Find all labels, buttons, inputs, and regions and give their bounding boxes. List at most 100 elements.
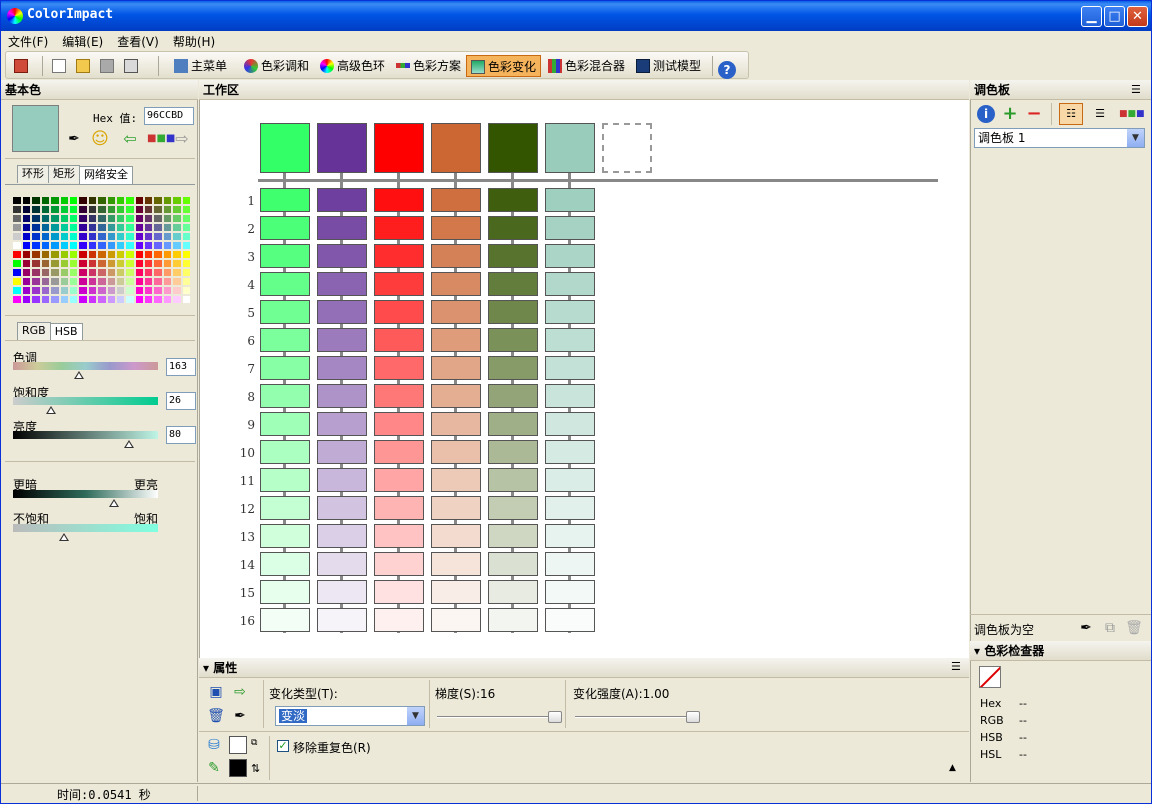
web-safe-swatch[interactable] xyxy=(40,214,51,223)
web-safe-swatch[interactable] xyxy=(115,205,126,214)
web-safe-swatch[interactable] xyxy=(40,268,51,277)
close-button[interactable]: ✕ xyxy=(1127,6,1148,27)
base-swatch[interactable] xyxy=(488,123,538,173)
variation-swatch[interactable] xyxy=(317,272,367,296)
web-safe-swatch[interactable] xyxy=(50,232,60,241)
variation-swatch[interactable] xyxy=(260,300,310,324)
web-safe-swatch[interactable] xyxy=(31,286,41,295)
tab-hsb[interactable]: HSB xyxy=(49,323,83,341)
web-safe-swatch[interactable] xyxy=(97,223,107,232)
variation-swatch[interactable] xyxy=(374,272,424,296)
web-safe-swatch[interactable] xyxy=(68,259,79,268)
web-safe-swatch[interactable] xyxy=(22,232,32,241)
web-safe-swatch[interactable] xyxy=(181,268,192,277)
web-safe-swatch[interactable] xyxy=(97,196,107,205)
web-safe-swatch[interactable] xyxy=(31,295,41,304)
variation-swatch[interactable] xyxy=(545,468,595,492)
variation-swatch[interactable] xyxy=(431,412,481,436)
web-safe-swatch[interactable] xyxy=(106,223,116,232)
variation-swatch[interactable] xyxy=(545,552,595,576)
web-safe-swatch[interactable] xyxy=(59,205,69,214)
variation-swatch[interactable] xyxy=(317,440,367,464)
web-safe-swatch[interactable] xyxy=(106,286,116,295)
web-safe-swatch[interactable] xyxy=(22,250,32,259)
web-safe-swatch[interactable] xyxy=(181,259,192,268)
variation-swatch[interactable] xyxy=(488,468,538,492)
variation-swatch[interactable] xyxy=(374,524,424,548)
web-safe-swatch[interactable] xyxy=(162,214,173,223)
variation-swatch[interactable] xyxy=(260,496,310,520)
web-safe-swatch[interactable] xyxy=(40,196,51,205)
web-safe-swatch[interactable] xyxy=(115,286,126,295)
palette-dropdown-icon[interactable]: ■■■ xyxy=(147,130,175,148)
web-safe-swatch[interactable] xyxy=(12,277,22,286)
web-safe-swatch[interactable] xyxy=(115,196,126,205)
inspector-header[interactable]: ▾ 色彩检查器 xyxy=(970,641,1151,661)
variation-swatch[interactable] xyxy=(374,580,424,604)
web-safe-swatch[interactable] xyxy=(97,286,107,295)
saturation-adjust-thumb[interactable] xyxy=(59,533,69,541)
web-safe-swatch[interactable] xyxy=(50,205,60,214)
web-safe-swatch[interactable] xyxy=(68,232,79,241)
variation-swatch[interactable] xyxy=(317,328,367,352)
web-safe-swatch[interactable] xyxy=(115,250,126,259)
web-safe-swatch[interactable] xyxy=(59,295,69,304)
variation-swatch[interactable] xyxy=(488,524,538,548)
web-safe-swatch[interactable] xyxy=(106,241,116,250)
web-safe-swatch[interactable] xyxy=(50,214,60,223)
web-safe-swatch[interactable] xyxy=(144,250,154,259)
variation-swatch[interactable] xyxy=(545,300,595,324)
saturation-input[interactable]: 26 xyxy=(166,392,196,410)
variation-swatch[interactable] xyxy=(545,328,595,352)
variation-swatch[interactable] xyxy=(431,188,481,212)
web-safe-swatch[interactable] xyxy=(87,295,98,304)
web-safe-swatch[interactable] xyxy=(68,196,79,205)
detail-view-icon[interactable]: ☰ xyxy=(1091,105,1109,123)
darker-brighter-slider[interactable] xyxy=(13,490,158,498)
palette-menu-icon[interactable]: ☰ xyxy=(1131,83,1141,96)
web-safe-swatch[interactable] xyxy=(181,250,192,259)
web-safe-swatch[interactable] xyxy=(106,250,116,259)
variation-swatch[interactable] xyxy=(374,552,424,576)
web-safe-swatch[interactable] xyxy=(59,277,69,286)
web-safe-swatch[interactable] xyxy=(134,250,145,259)
web-safe-swatch[interactable] xyxy=(87,241,98,250)
web-safe-swatch[interactable] xyxy=(97,268,107,277)
web-safe-swatch[interactable] xyxy=(31,214,41,223)
web-safe-swatch[interactable] xyxy=(97,259,107,268)
variation-swatch[interactable] xyxy=(317,244,367,268)
web-safe-swatch[interactable] xyxy=(59,250,69,259)
web-safe-swatch[interactable] xyxy=(12,286,22,295)
web-safe-swatch[interactable] xyxy=(31,196,41,205)
tab-rect[interactable]: 矩形 xyxy=(48,165,80,183)
arrow-right-icon[interactable]: ⇨ xyxy=(173,130,191,148)
web-safe-swatch[interactable] xyxy=(115,268,126,277)
web-safe-swatch[interactable] xyxy=(22,295,32,304)
variation-swatch[interactable] xyxy=(545,216,595,240)
web-safe-swatch[interactable] xyxy=(97,250,107,259)
help-button[interactable]: ? xyxy=(718,55,739,79)
web-safe-swatch[interactable] xyxy=(144,205,154,214)
web-safe-swatch[interactable] xyxy=(12,232,22,241)
variation-swatch[interactable] xyxy=(260,524,310,548)
tab-ring[interactable]: 环形 xyxy=(17,165,49,183)
web-safe-swatch[interactable] xyxy=(125,277,135,286)
web-safe-swatch[interactable] xyxy=(87,286,98,295)
web-safe-swatch[interactable] xyxy=(172,286,182,295)
web-safe-swatch[interactable] xyxy=(134,295,145,304)
add-icon[interactable]: + xyxy=(1001,105,1019,123)
variation-swatch[interactable] xyxy=(374,440,424,464)
web-safe-swatch[interactable] xyxy=(78,259,88,268)
variation-swatch[interactable] xyxy=(374,216,424,240)
web-safe-swatch[interactable] xyxy=(40,250,51,259)
variation-swatch[interactable] xyxy=(488,300,538,324)
web-safe-swatch[interactable] xyxy=(144,286,154,295)
list-view-icon[interactable]: ☷ xyxy=(1059,103,1083,125)
web-safe-swatch[interactable] xyxy=(134,241,145,250)
brightness-thumb[interactable] xyxy=(124,440,134,448)
variation-swatch[interactable] xyxy=(260,244,310,268)
web-safe-swatch[interactable] xyxy=(172,205,182,214)
web-safe-swatch[interactable] xyxy=(125,223,135,232)
web-safe-swatch[interactable] xyxy=(181,214,192,223)
variation-swatch[interactable] xyxy=(374,412,424,436)
